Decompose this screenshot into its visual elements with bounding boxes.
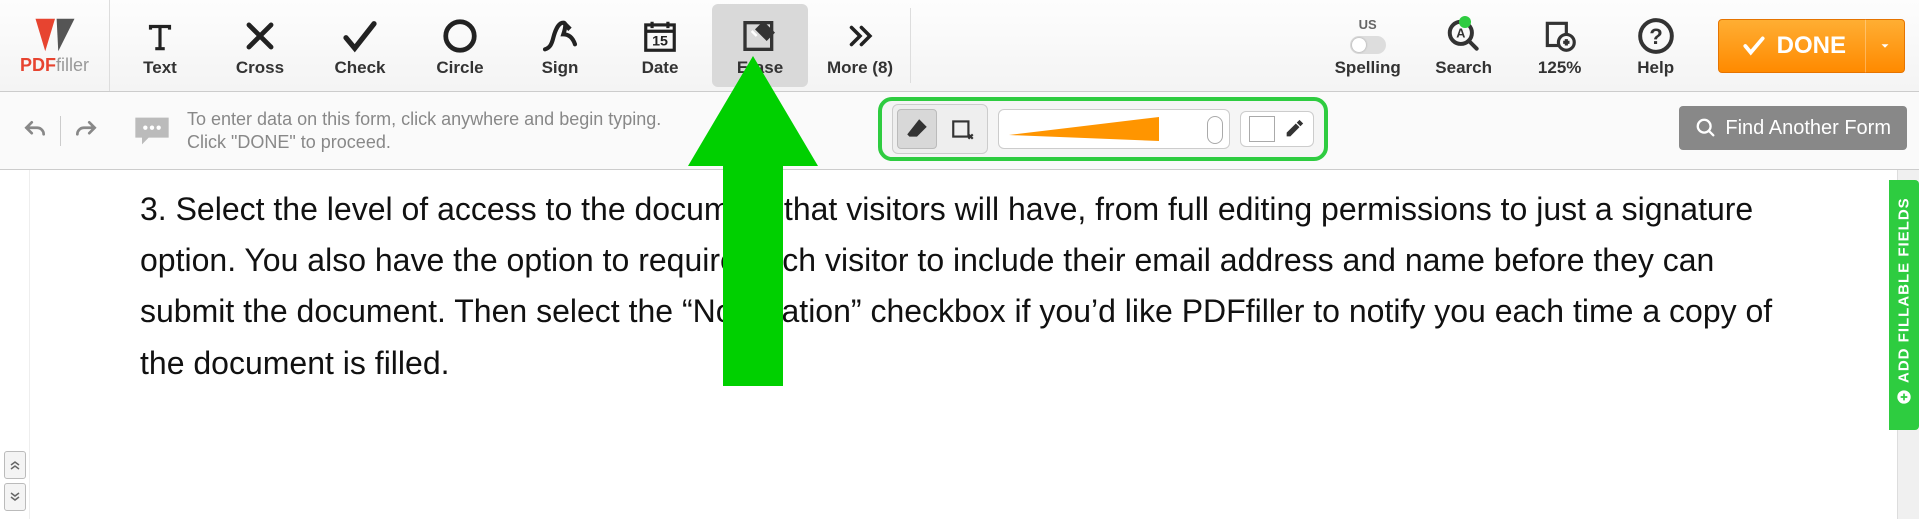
svg-text:?: ? bbox=[1649, 23, 1663, 48]
done-wrap: DONE bbox=[1704, 0, 1919, 91]
done-dropdown[interactable] bbox=[1865, 19, 1905, 73]
rectangle-x-icon bbox=[950, 116, 976, 142]
hint-text: To enter data on this form, click anywhe… bbox=[187, 108, 661, 153]
eraser-color-picker[interactable] bbox=[1240, 111, 1314, 147]
check-icon bbox=[339, 15, 381, 57]
redo-button[interactable] bbox=[69, 114, 103, 148]
eraser-icon bbox=[904, 116, 930, 142]
text-icon bbox=[141, 17, 179, 55]
sub-toolbar: To enter data on this form, click anywhe… bbox=[0, 92, 1919, 170]
tool-cross[interactable]: Cross bbox=[210, 0, 310, 91]
find-form-label: Find Another Form bbox=[1725, 117, 1891, 140]
side-tab-label: ADD FILLABLE FIELDS bbox=[1896, 197, 1913, 383]
calendar-icon: 15 bbox=[641, 17, 679, 55]
tool-sign[interactable]: Sign bbox=[510, 0, 610, 91]
spell-region-toggle[interactable]: US bbox=[1350, 17, 1386, 54]
checkmark-icon bbox=[1741, 33, 1767, 59]
caret-down-icon bbox=[1878, 39, 1892, 53]
tool-circle[interactable]: Circle bbox=[410, 0, 510, 91]
toolbar-divider bbox=[910, 8, 911, 83]
slider-thumb[interactable] bbox=[1207, 116, 1223, 144]
redo-icon bbox=[71, 118, 101, 144]
tool-more[interactable]: More (8) bbox=[810, 0, 910, 91]
tool-erase[interactable]: Erase bbox=[712, 4, 808, 87]
tool-search[interactable]: A Search bbox=[1416, 0, 1512, 91]
brand-text: PDFfiller bbox=[20, 55, 89, 76]
find-another-form-button[interactable]: Find Another Form bbox=[1679, 106, 1907, 150]
document-content[interactable]: 3. Select the level of access to the doc… bbox=[30, 170, 1897, 519]
tool-zoom[interactable]: 125% bbox=[1512, 0, 1608, 91]
tool-text[interactable]: Text bbox=[110, 0, 210, 91]
hint-area: To enter data on this form, click anywhe… bbox=[121, 108, 661, 153]
zoom-icon bbox=[1541, 17, 1579, 55]
plus-circle-icon bbox=[1896, 389, 1912, 405]
hint-line-1: To enter data on this form, click anywhe… bbox=[187, 108, 661, 131]
double-chevron-down-icon bbox=[9, 492, 21, 502]
document-area: 3. Select the level of access to the doc… bbox=[0, 170, 1919, 519]
tool-group-edit: Text Cross Check Circle Sign 15 Date Era… bbox=[110, 0, 910, 91]
eyedropper-icon bbox=[1283, 116, 1305, 142]
undo-button[interactable] bbox=[18, 114, 52, 148]
help-icon: ? bbox=[1637, 17, 1675, 55]
hint-line-2: Click "DONE" to proceed. bbox=[187, 131, 661, 154]
add-fillable-fields-tab[interactable]: ADD FILLABLE FIELDS bbox=[1889, 180, 1919, 430]
eraser-size-slider[interactable] bbox=[998, 109, 1230, 149]
undo-redo-group bbox=[0, 114, 121, 148]
svg-text:A: A bbox=[1456, 26, 1465, 40]
page-down-button[interactable] bbox=[4, 483, 26, 511]
spell-region-label: US bbox=[1359, 17, 1377, 32]
main-toolbar: PDFfiller Text Cross Check Circle Sign 1… bbox=[0, 0, 1919, 92]
magnifier-icon bbox=[1695, 117, 1717, 139]
eraser-mode-button[interactable] bbox=[897, 109, 937, 149]
double-chevron-up-icon bbox=[9, 460, 21, 470]
circle-icon bbox=[441, 17, 479, 55]
page-nav-controls bbox=[0, 170, 30, 519]
brand-logo[interactable]: PDFfiller bbox=[0, 0, 110, 91]
pdffiller-logo-icon bbox=[29, 15, 81, 55]
hint-bubble-icon bbox=[131, 114, 173, 148]
blackout-mode-button[interactable] bbox=[943, 109, 983, 149]
tool-date[interactable]: 15 Date bbox=[610, 0, 710, 91]
document-body-text: 3. Select the level of access to the doc… bbox=[140, 184, 1777, 389]
erase-mode-buttons bbox=[892, 104, 988, 154]
undo-icon bbox=[20, 118, 50, 144]
done-button[interactable]: DONE bbox=[1718, 19, 1869, 73]
chevrons-right-icon bbox=[843, 19, 877, 53]
undo-redo-divider bbox=[60, 116, 61, 146]
tool-check[interactable]: Check bbox=[310, 0, 410, 91]
svg-text:15: 15 bbox=[652, 33, 668, 49]
color-swatch bbox=[1249, 116, 1275, 142]
tool-group-right: US Spelling A Search 125% ? Help bbox=[1320, 0, 1704, 91]
done-label: DONE bbox=[1777, 32, 1846, 60]
erase-options-panel bbox=[878, 97, 1328, 161]
page-up-button[interactable] bbox=[4, 451, 26, 479]
sign-icon bbox=[540, 16, 580, 56]
tool-spelling[interactable]: US Spelling bbox=[1320, 0, 1416, 91]
toggle-icon bbox=[1350, 36, 1386, 54]
erase-icon bbox=[740, 16, 780, 56]
tool-help[interactable]: ? Help bbox=[1608, 0, 1704, 91]
notification-dot-icon bbox=[1459, 16, 1471, 28]
cross-icon bbox=[241, 17, 279, 55]
wedge-icon bbox=[1009, 115, 1159, 143]
